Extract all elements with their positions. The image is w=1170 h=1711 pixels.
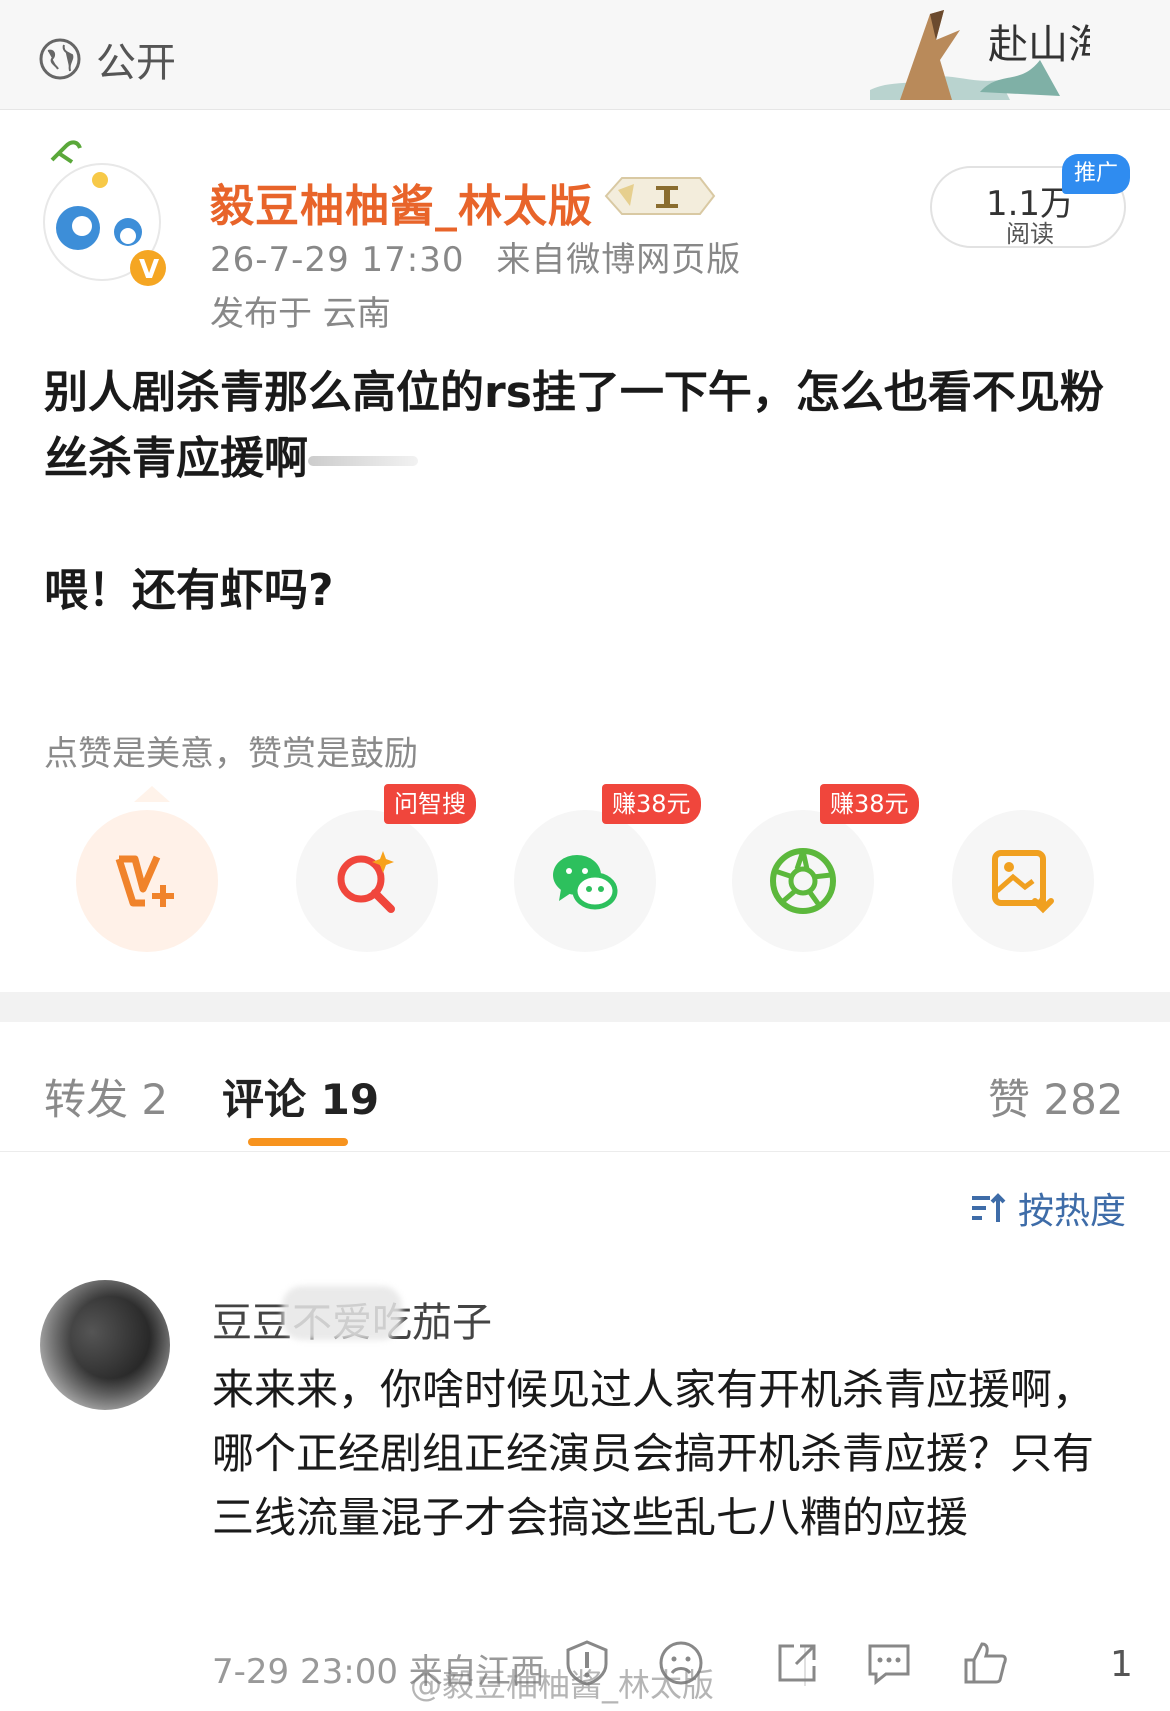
post-source: 来自微博网页版 bbox=[496, 240, 742, 280]
weibo-watermark: @毅豆柚柚酱_林太版 bbox=[410, 1666, 715, 1704]
name-blur-overlay bbox=[282, 1286, 402, 1340]
reply-button[interactable] bbox=[864, 1638, 914, 1688]
save-image-icon bbox=[992, 850, 1054, 914]
tab-comments[interactable]: 评论 19 bbox=[222, 1066, 379, 1127]
visibility-label: 公开 bbox=[96, 40, 176, 86]
sort-label: 按热度 bbox=[1018, 1191, 1127, 1232]
tab-repost[interactable]: 转发 2 bbox=[44, 1066, 168, 1127]
comment-item: 豆豆不爱吃茄子 来来来，你啥时候见过人家有开机杀青应援啊，哪个正经剧组正经演员会… bbox=[0, 1260, 1170, 1710]
post-header: V 毅豆柚柚酱_林太版 26-7-29 17:30 来自微博网页版 发布于 云南… bbox=[0, 110, 1170, 350]
post-body: 别人剧杀青那么高位的rs挂了一下午，怎么也看不见粉丝杀青应援啊 喂！还有虾吗? bbox=[44, 360, 1134, 624]
wechat-share-button[interactable] bbox=[514, 810, 656, 952]
like-button[interactable] bbox=[960, 1638, 1010, 1688]
moments-icon bbox=[770, 848, 836, 914]
comment-like-count: 1 bbox=[1110, 1644, 1133, 1685]
thumbs-up-icon bbox=[964, 1642, 1007, 1684]
save-image-button[interactable] bbox=[952, 810, 1094, 952]
redaction-mark bbox=[308, 456, 418, 466]
fan-badge-icon bbox=[604, 177, 716, 215]
post-meta: 26-7-29 17:30 来自微博网页版 bbox=[210, 232, 741, 281]
sort-button[interactable]: 按热度 bbox=[968, 1182, 1126, 1234]
reward-text: 点赞是美意，赞赏是鼓励 bbox=[44, 734, 418, 774]
share-icon bbox=[778, 1644, 816, 1682]
share-action-row: 问智搜 赚38元 赚38元 bbox=[0, 784, 1170, 960]
section-divider bbox=[0, 992, 1170, 1022]
avatar-blur-overlay bbox=[30, 1270, 190, 1420]
ai-search-button[interactable] bbox=[296, 810, 438, 952]
globe-icon bbox=[39, 38, 81, 80]
svg-text:V: V bbox=[139, 255, 159, 285]
reward-caret bbox=[134, 786, 170, 802]
moments-share-button[interactable] bbox=[732, 810, 874, 952]
ai-search-icon bbox=[337, 851, 395, 913]
interaction-tabs: 转发 2 评论 19 赞 282 bbox=[0, 1022, 1170, 1152]
promo-tag[interactable]: 推广 bbox=[1062, 154, 1130, 194]
share-comment-button[interactable] bbox=[772, 1638, 822, 1688]
vplus-icon bbox=[115, 855, 174, 907]
post-text-line: 别人剧杀青那么高位的rs挂了一下午，怎么也看不见粉丝杀青应援啊 bbox=[44, 367, 1104, 484]
vplus-button[interactable] bbox=[76, 810, 218, 952]
active-tab-indicator bbox=[248, 1138, 348, 1146]
read-label: 阅读 bbox=[1006, 220, 1054, 248]
moments-reward-tag: 赚38元 bbox=[820, 784, 919, 824]
svg-text:赴山海: 赴山海 bbox=[988, 22, 1090, 68]
post-username[interactable]: 毅豆柚柚酱_林太版 bbox=[210, 170, 593, 234]
post-location: 发布于 云南 bbox=[210, 294, 391, 334]
comment-icon bbox=[868, 1644, 910, 1686]
avatar[interactable]: V bbox=[38, 136, 178, 292]
visibility-setting[interactable]: 公开 bbox=[38, 30, 176, 88]
tab-likes[interactable]: 赞 282 bbox=[988, 1066, 1124, 1127]
post-text-line: 喂！还有虾吗? bbox=[44, 565, 334, 616]
wechat-icon bbox=[553, 855, 618, 910]
ink-mountain-seal-art: 赴山海 bbox=[870, 10, 1090, 100]
wechat-reward-tag: 赚38元 bbox=[602, 784, 701, 824]
top-bar: 公开 赴山海 bbox=[0, 0, 1170, 110]
ai-search-tag: 问智搜 bbox=[384, 784, 476, 824]
post-time: 26-7-29 17:30 bbox=[210, 240, 465, 280]
comment-text: 来来来，你啥时候见过人家有开机杀青应援啊，哪个正经剧组正经演员会搞开机杀青应援？… bbox=[212, 1365, 1095, 1542]
sort-icon bbox=[972, 1193, 1006, 1222]
